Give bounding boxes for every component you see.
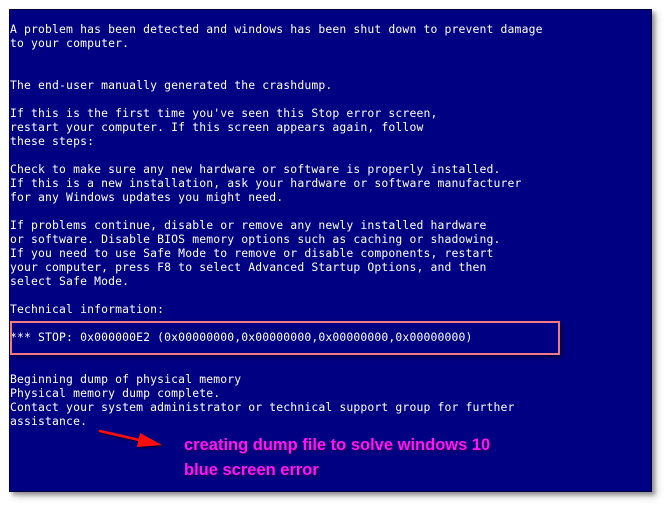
bsod-dump-text: Beginning dump of physical memory Physic… [10, 372, 515, 428]
stop-code-highlight-box [10, 321, 560, 355]
arrow-shape [98, 429, 162, 447]
bsod-problems-text: If problems continue, disable or remove … [10, 218, 501, 288]
bsod-intro-text: A problem has been detected and windows … [10, 22, 543, 50]
bsod-screen: A problem has been detected and windows … [9, 9, 652, 492]
red-arrow-icon [98, 429, 162, 447]
bsod-check-text: Check to make sure any new hardware or s… [10, 162, 522, 204]
bsod-cause-text: The end-user manually generated the cras… [10, 78, 333, 92]
annotation-caption: creating dump file to solve windows 10 b… [184, 436, 491, 479]
bsod-first-time-text: If this is the first time you've seen th… [10, 106, 438, 148]
technical-info-heading: Technical information: [10, 302, 165, 316]
